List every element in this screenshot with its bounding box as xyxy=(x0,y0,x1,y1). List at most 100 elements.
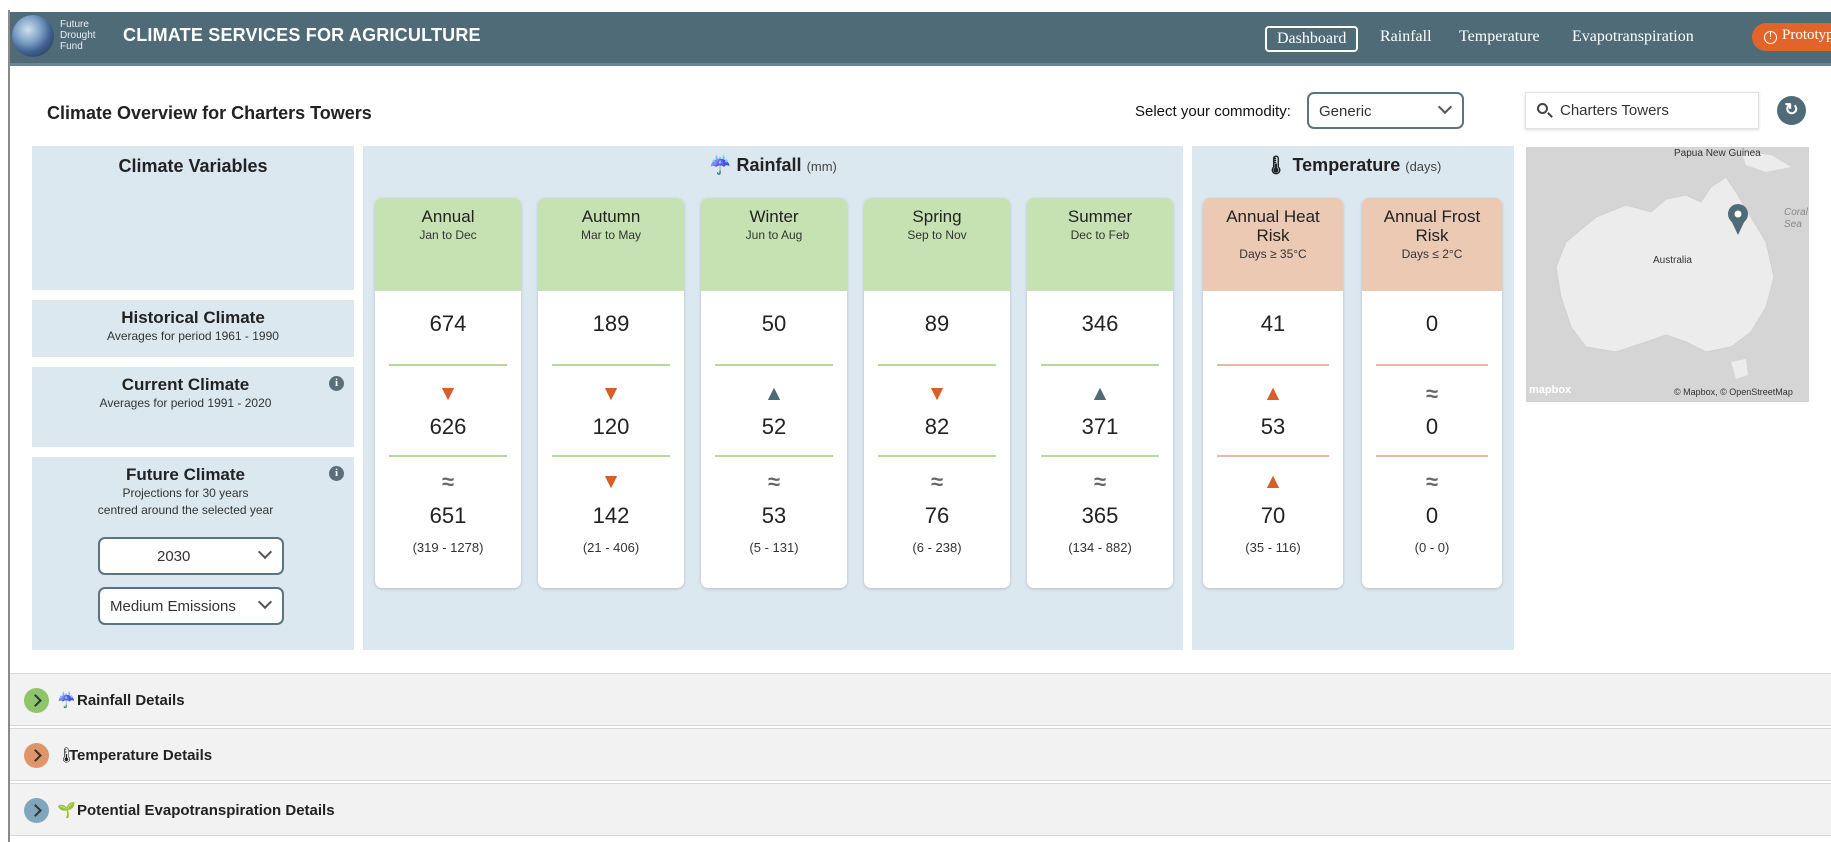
historical-value: 89 xyxy=(924,311,950,336)
divider xyxy=(1217,455,1329,457)
card-range: Jun to Aug xyxy=(745,228,803,242)
map-label-sea: Coral Sea xyxy=(1784,207,1808,230)
logo-text-line: Drought xyxy=(60,30,96,41)
commodity-label: Select your commodity: xyxy=(1135,103,1291,120)
accordion-label: Rainfall Details xyxy=(77,692,185,709)
future-value: 76 xyxy=(924,503,950,528)
rainfall-unit: (mm) xyxy=(806,159,837,174)
future-climate-subtitle: Projections for 30 years xyxy=(122,486,249,500)
nav-evapotranspiration[interactable]: Evapotranspiration xyxy=(1572,28,1694,46)
card-range: Mar to May xyxy=(580,228,641,242)
trend-similar-icon: ≈ xyxy=(441,469,455,494)
trend-similar-icon: ≈ xyxy=(1425,469,1439,494)
info-icon[interactable]: i xyxy=(329,376,344,391)
nav-dashboard[interactable]: Dashboard xyxy=(1265,26,1359,52)
divider xyxy=(389,455,507,457)
logo-text-line: Future xyxy=(60,19,89,30)
nav-temperature[interactable]: Temperature xyxy=(1459,28,1540,46)
rainfall-card: Winter Jun to Aug 50 ▲ 52 ≈53 (5 - 131) xyxy=(701,198,847,588)
map-label-country: Australia xyxy=(1653,255,1692,266)
divider xyxy=(1041,364,1159,366)
climate-variables-header: Climate Variables xyxy=(32,146,354,290)
future-value: 70 xyxy=(1260,503,1286,528)
future-range: (0 - 0) xyxy=(1414,540,1450,555)
card-name: Annual xyxy=(421,207,475,226)
trend-similar-icon: ≈ xyxy=(1425,381,1439,406)
location-search[interactable] xyxy=(1525,92,1759,129)
map-attribution[interactable]: © Mapbox, © OpenStreetMap xyxy=(1674,387,1793,397)
future-climate-title: Future Climate xyxy=(125,465,246,484)
historical-value: 189 xyxy=(592,311,630,336)
year-select-value: 2030 xyxy=(157,548,191,565)
prototype-badge-label: Prototype xyxy=(1782,27,1831,43)
app-title: CLIMATE SERVICES FOR AGRICULTURE xyxy=(123,25,481,45)
trend-down-icon: ▼ xyxy=(600,382,622,405)
emissions-select[interactable]: Medium Emissions xyxy=(98,587,284,625)
divider xyxy=(1041,455,1159,457)
commodity-select-value: Generic xyxy=(1319,103,1372,120)
current-value: 120 xyxy=(592,414,630,439)
current-value: 626 xyxy=(429,414,467,439)
page-title: Climate Overview for Charters Towers xyxy=(47,103,372,123)
future-value: 0 xyxy=(1425,503,1439,528)
future-value: 651 xyxy=(429,503,467,528)
card-header: Summer Dec to Feb xyxy=(1027,198,1173,291)
rainfall-card: Annual Jan to Dec 674 ▼ 626 ≈651 (319 - 1278) xyxy=(375,198,521,588)
accordion-temperature-details[interactable]: 🌡 Temperature Details xyxy=(10,728,1831,781)
trend-similar-icon: ≈ xyxy=(767,469,781,494)
future-range: (35 - 116) xyxy=(1245,540,1301,555)
divider xyxy=(389,364,507,366)
chevron-right-icon[interactable] xyxy=(24,743,49,768)
historical-climate-row: Historical Climate Averages for period 1… xyxy=(32,300,354,357)
rainfall-panel-title: ☔ Rainfall (mm) xyxy=(363,155,1183,176)
current-climate-subtitle: Averages for period 1991 - 2020 xyxy=(99,396,272,410)
card-name: Annual Frost Risk xyxy=(1383,207,1481,245)
future-drought-fund-logo[interactable] xyxy=(12,15,54,57)
card-name: Winter xyxy=(749,207,799,226)
prototype-badge[interactable]: ! Prototype xyxy=(1752,23,1831,51)
divider xyxy=(878,364,996,366)
current-value: 82 xyxy=(924,414,950,439)
historical-value: 674 xyxy=(429,311,467,336)
future-value: 365 xyxy=(1081,503,1119,528)
mapbox-logo[interactable]: mapbox xyxy=(1529,384,1571,396)
temperature-unit: (days) xyxy=(1405,159,1442,174)
divider xyxy=(715,364,833,366)
future-range: (21 - 406) xyxy=(582,540,640,555)
alert-icon: ! xyxy=(1764,31,1777,44)
rainfall-title-text: Rainfall xyxy=(736,155,802,175)
location-map[interactable]: Papua New Guinea Australia Coral Sea map… xyxy=(1526,147,1809,402)
commodity-select[interactable]: Generic xyxy=(1307,92,1464,129)
historical-value: 346 xyxy=(1081,311,1119,336)
trend-similar-icon: ≈ xyxy=(930,469,944,494)
accordion-evapotranspiration-details[interactable]: 🌱 Potential Evapotranspiration Details xyxy=(10,783,1831,836)
historical-climate-subtitle: Averages for period 1961 - 1990 xyxy=(107,329,279,343)
future-range: (134 - 882) xyxy=(1068,540,1132,555)
card-name: Summer xyxy=(1067,207,1133,226)
climate-variables-title: Climate Variables xyxy=(118,156,268,176)
location-search-input[interactable] xyxy=(1560,102,1750,119)
chevron-right-icon[interactable] xyxy=(24,688,49,713)
card-header: Annual Heat Risk Days ≥ 35°C xyxy=(1203,198,1343,291)
map-label-png: Papua New Guinea xyxy=(1674,148,1761,159)
historical-value: 41 xyxy=(1260,311,1286,336)
rainfall-card: Autumn Mar to May 189 ▼ 120 ▼ 142 (21 - 406) xyxy=(538,198,684,588)
trend-up-icon: ▲ xyxy=(1089,382,1111,405)
divider xyxy=(552,455,670,457)
logo-text: Future Drought Fund xyxy=(60,19,120,52)
current-value: 53 xyxy=(1260,414,1286,439)
card-header: Autumn Mar to May xyxy=(538,198,684,291)
chevron-down-icon xyxy=(1437,99,1453,115)
nav-rainfall[interactable]: Rainfall xyxy=(1380,28,1432,46)
historical-value: 0 xyxy=(1425,311,1439,336)
info-icon[interactable]: i xyxy=(329,466,344,481)
refresh-button[interactable]: ↻ xyxy=(1777,96,1806,125)
accordion-rainfall-details[interactable]: ☔ Rainfall Details xyxy=(10,673,1831,726)
accordion-label: Potential Evapotranspiration Details xyxy=(77,802,335,819)
chevron-right-icon[interactable] xyxy=(24,798,49,823)
seedling-icon: 🌱 xyxy=(57,802,76,819)
historical-climate-title: Historical Climate xyxy=(121,308,265,327)
trend-down-icon: ▼ xyxy=(600,470,622,493)
accordion-label: Temperature Details xyxy=(69,747,213,764)
year-select[interactable]: 2030 xyxy=(98,537,284,575)
